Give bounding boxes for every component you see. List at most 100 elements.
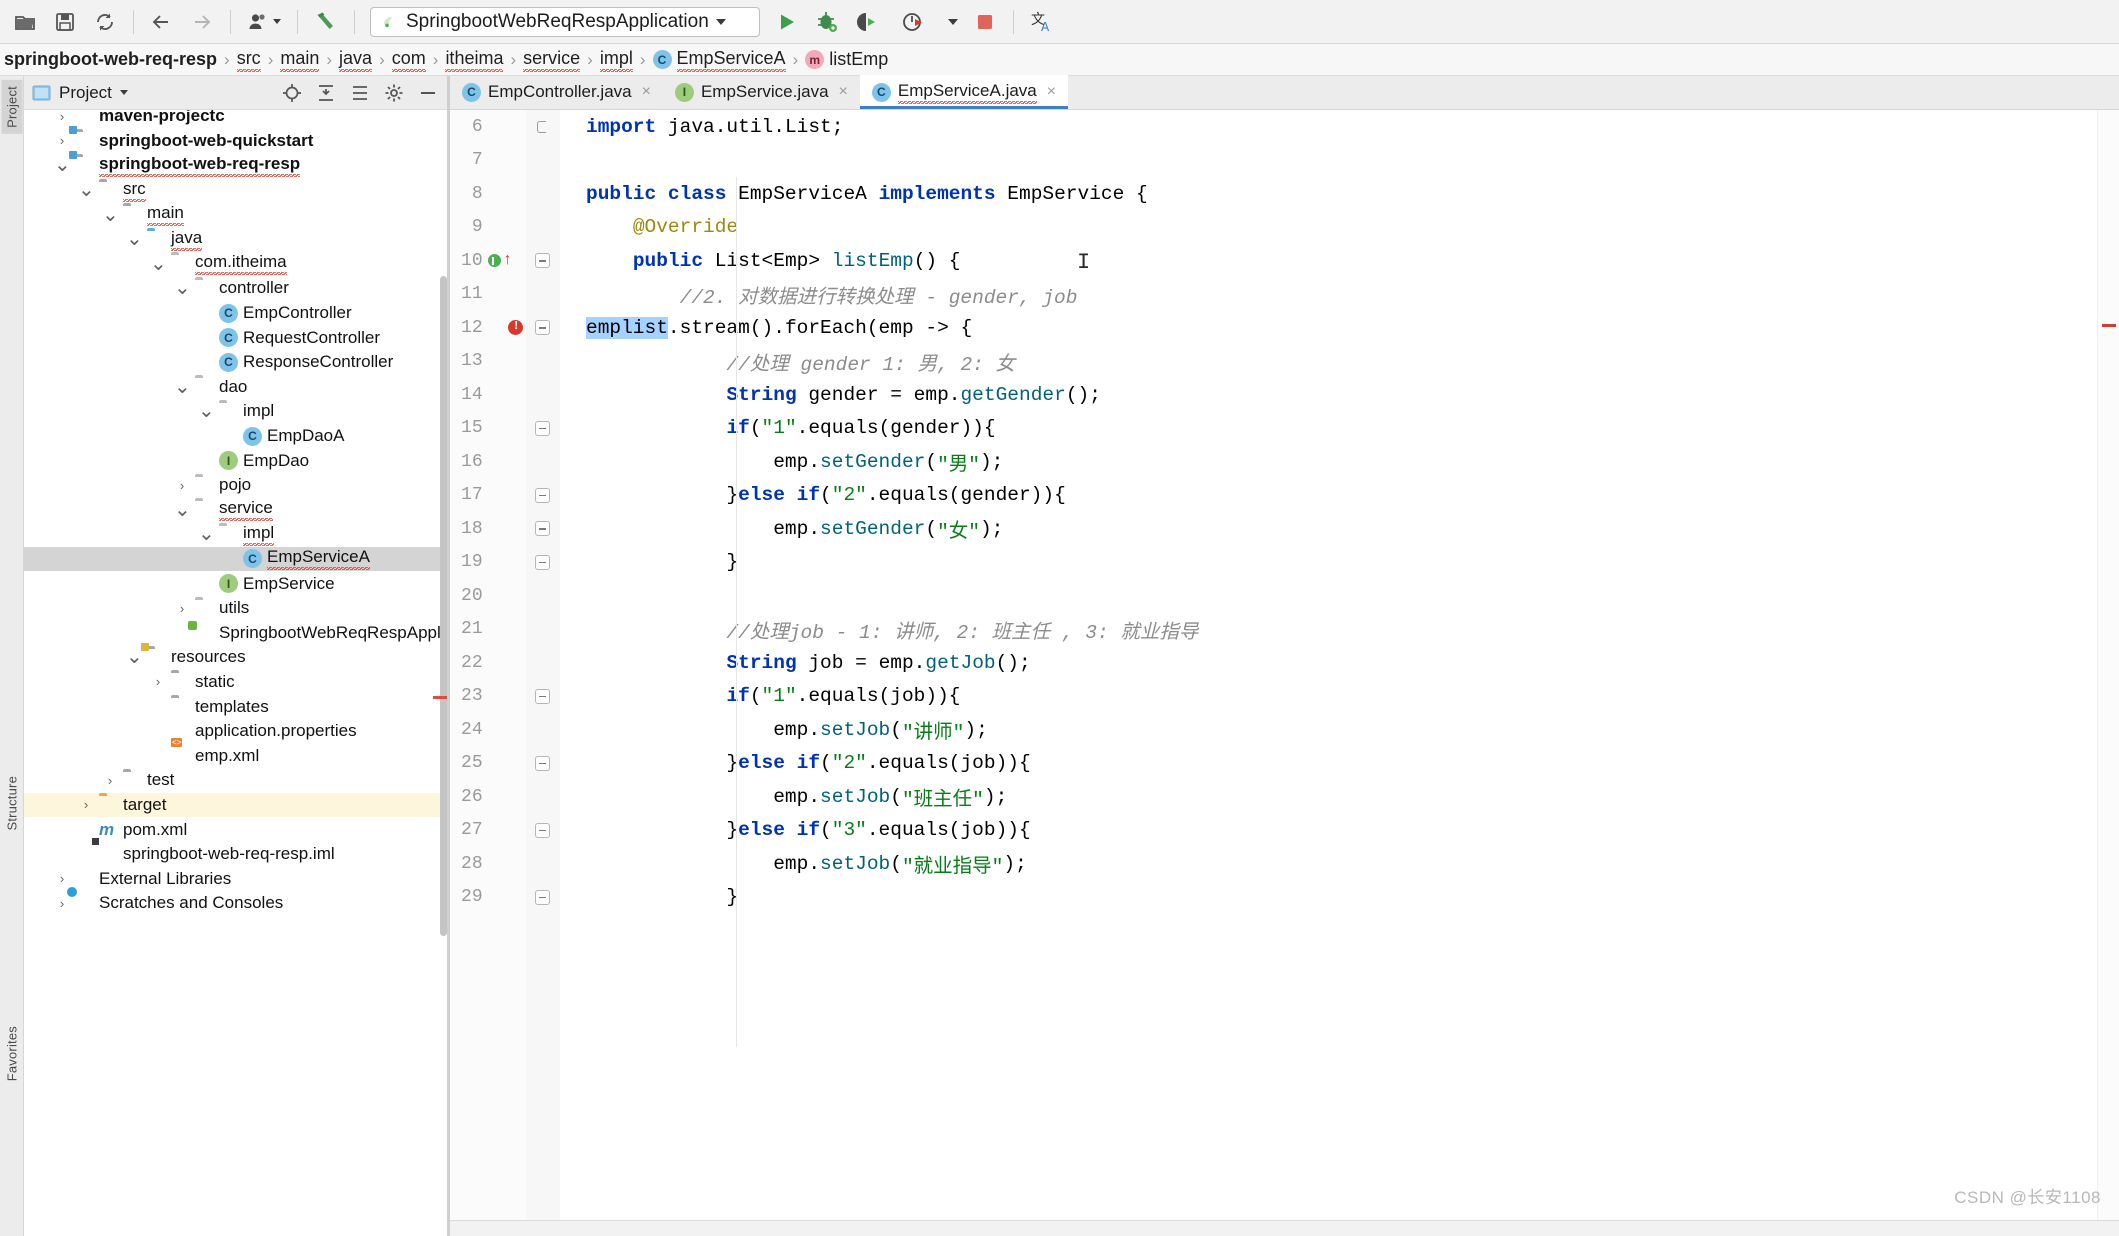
- tree-item-controller[interactable]: ⌄ controller: [24, 276, 449, 301]
- tree-item-application-properties[interactable]: ›application.properties: [24, 719, 449, 744]
- gutter-line-26[interactable]: 26: [450, 780, 560, 814]
- code-line-25[interactable]: } else if("2" .equals(job)){: [586, 747, 2097, 781]
- fold-toggle[interactable]: [534, 420, 552, 436]
- tree-item-springboot-web-req-resp-iml[interactable]: ›springboot-web-req-resp.iml: [24, 842, 449, 867]
- breadcrumb-item-src[interactable]: src: [230, 47, 268, 72]
- code-line-7[interactable]: [586, 144, 2097, 178]
- chevron-right-icon[interactable]: ›: [174, 478, 190, 493]
- tree-item-empdao[interactable]: ›IEmpDao: [24, 448, 449, 473]
- tree-item-templates[interactable]: ›templates: [24, 694, 449, 719]
- gutter-line-27[interactable]: 27: [450, 814, 560, 848]
- code-line-23[interactable]: if("1" .equals(job)){: [586, 680, 2097, 714]
- translate-icon[interactable]: 文A: [1023, 5, 1061, 39]
- gutter-line-12[interactable]: 12: [450, 311, 560, 345]
- code-line-13[interactable]: //处理 gender 1: 男, 2: 女: [586, 345, 2097, 379]
- chevron-right-icon[interactable]: ›: [54, 110, 70, 124]
- chevron-down-icon[interactable]: ⌄: [198, 401, 215, 421]
- error-icon[interactable]: [507, 319, 523, 336]
- implemented-method-icon[interactable]: [487, 254, 501, 268]
- code-line-14[interactable]: String gender = emp. getGender ();: [586, 378, 2097, 412]
- chevron-right-icon[interactable]: ›: [78, 797, 94, 812]
- chevron-right-icon[interactable]: ›: [150, 674, 166, 689]
- profiler-icon[interactable]: [888, 5, 940, 39]
- chevron-right-icon[interactable]: ›: [54, 133, 70, 148]
- code-text[interactable]: I import java.util.List; public class Em…: [560, 110, 2097, 1236]
- tree-item-target[interactable]: › target: [24, 792, 449, 818]
- fold-toggle[interactable]: [534, 253, 552, 269]
- error-marker[interactable]: [2102, 324, 2116, 327]
- gutter-line-11[interactable]: 11: [450, 278, 560, 312]
- code-line-24[interactable]: emp. setJob("讲师");: [586, 713, 2097, 747]
- code-editor[interactable]: 6 7 8 9 10 ↑ 11 12 13 14 15 16 17 18 19 20 21 22 23 24 25 26 2…: [450, 110, 2119, 1236]
- error-stripe-gutter[interactable]: [2097, 110, 2119, 1236]
- fold-toggle[interactable]: [534, 688, 552, 704]
- code-line-15[interactable]: if("1" .equals(gender)){: [586, 412, 2097, 446]
- tree-item-responsecontroller[interactable]: ›CResponseController: [24, 350, 449, 375]
- code-line-21[interactable]: //处理job - 1: 讲师, 2: 班主任 , 3: 就业指导: [586, 613, 2097, 647]
- gutter-markers[interactable]: [483, 319, 534, 336]
- tree-item-utils[interactable]: › utils: [24, 596, 449, 621]
- chevron-down-icon[interactable]: [119, 90, 128, 95]
- tree-item-service[interactable]: ⌄ service: [24, 498, 449, 523]
- chevron-down-icon[interactable]: ⌄: [102, 205, 119, 225]
- tree-item-requestcontroller[interactable]: ›CRequestController: [24, 325, 449, 350]
- tree-item-springboot-web-quickstart[interactable]: › springboot-web-quickstart: [24, 126, 449, 154]
- gutter-line-8[interactable]: 8: [450, 177, 560, 211]
- fold-toggle[interactable]: [534, 320, 552, 336]
- gutter-line-13[interactable]: 13: [450, 345, 560, 379]
- gutter-line-25[interactable]: 25: [450, 747, 560, 781]
- chevron-down-icon[interactable]: ⌄: [78, 180, 95, 200]
- hide-minimize-icon[interactable]: [415, 80, 441, 106]
- gutter-line-28[interactable]: 28: [450, 847, 560, 881]
- tree-item-com-itheima[interactable]: ⌄ com.itheima: [24, 252, 449, 277]
- chevron-down-icon[interactable]: ⌄: [126, 647, 143, 667]
- breadcrumb-item-springboot-web-req-resp[interactable]: springboot-web-req-resp: [2, 49, 224, 70]
- code-line-18[interactable]: emp. setGender("女");: [586, 512, 2097, 546]
- gutter-line-20[interactable]: 20: [450, 579, 560, 613]
- gutter-line-16[interactable]: 16: [450, 445, 560, 479]
- chevron-down-icon[interactable]: ⌄: [54, 155, 71, 175]
- gutter-line-19[interactable]: 19: [450, 546, 560, 580]
- tree-item-static[interactable]: › static: [24, 670, 449, 695]
- tree-item-external-libraries[interactable]: › External Libraries: [24, 866, 449, 891]
- breadcrumb-item-empservicea[interactable]: C EmpServiceA: [646, 47, 793, 72]
- fold-toggle[interactable]: [534, 554, 552, 570]
- gutter-markers[interactable]: ↑: [483, 252, 534, 268]
- project-file-tree[interactable]: › maven-projectc › springboot-web-quickstar…: [24, 110, 449, 1236]
- tool-window-button-favorites[interactable]: Favorites: [4, 1026, 19, 1081]
- gutter-line-21[interactable]: 21: [450, 613, 560, 647]
- code-line-9[interactable]: @Override: [586, 211, 2097, 245]
- gutter-line-24[interactable]: 24: [450, 713, 560, 747]
- chevron-down-icon[interactable]: ⌄: [174, 500, 191, 520]
- project-scrollbar[interactable]: [440, 276, 447, 936]
- locate-target-icon[interactable]: [279, 80, 305, 106]
- tree-item-dao[interactable]: ⌄ dao: [24, 375, 449, 400]
- chevron-down-icon[interactable]: [715, 18, 726, 25]
- gutter-line-7[interactable]: 7: [450, 144, 560, 178]
- profile-icon[interactable]: [240, 5, 288, 39]
- code-line-22[interactable]: String job = emp. getJob ();: [586, 646, 2097, 680]
- gutter-line-18[interactable]: 18: [450, 512, 560, 546]
- code-line-26[interactable]: emp. setJob("班主任");: [586, 780, 2097, 814]
- gutter-line-22[interactable]: 22: [450, 646, 560, 680]
- tree-item-impl[interactable]: ⌄ impl: [24, 399, 449, 424]
- code-line-19[interactable]: }: [586, 546, 2097, 580]
- chevron-down-icon[interactable]: ⌄: [174, 278, 191, 298]
- tree-item-emp-xml[interactable]: ›emp.xml: [24, 743, 449, 768]
- tree-item-empcontroller[interactable]: ›CEmpController: [24, 301, 449, 326]
- tree-item-scratches-and-consoles[interactable]: › Scratches and Consoles: [24, 891, 449, 916]
- fold-toggle[interactable]: [534, 119, 552, 134]
- gutter-line-29[interactable]: 29: [450, 881, 560, 915]
- code-line-16[interactable]: emp. setGender("男");: [586, 445, 2097, 479]
- tree-item-empservicea[interactable]: ›CEmpServiceA: [24, 546, 449, 572]
- stop-icon[interactable]: [966, 5, 1004, 39]
- tree-item-resources[interactable]: ⌄ resources: [24, 642, 449, 670]
- editor-tab-empservice-java[interactable]: I EmpService.java ×: [663, 75, 860, 109]
- breadcrumb-item-impl[interactable]: impl: [593, 47, 640, 72]
- chevron-right-icon[interactable]: ›: [174, 601, 190, 616]
- gutter-line-17[interactable]: 17: [450, 479, 560, 513]
- tree-item-maven-projectc[interactable]: › maven-projectc: [24, 110, 449, 129]
- tool-window-button-project[interactable]: Project: [1, 80, 22, 134]
- fold-toggle[interactable]: [534, 889, 552, 905]
- breadcrumb-item-itheima[interactable]: itheima: [438, 47, 510, 72]
